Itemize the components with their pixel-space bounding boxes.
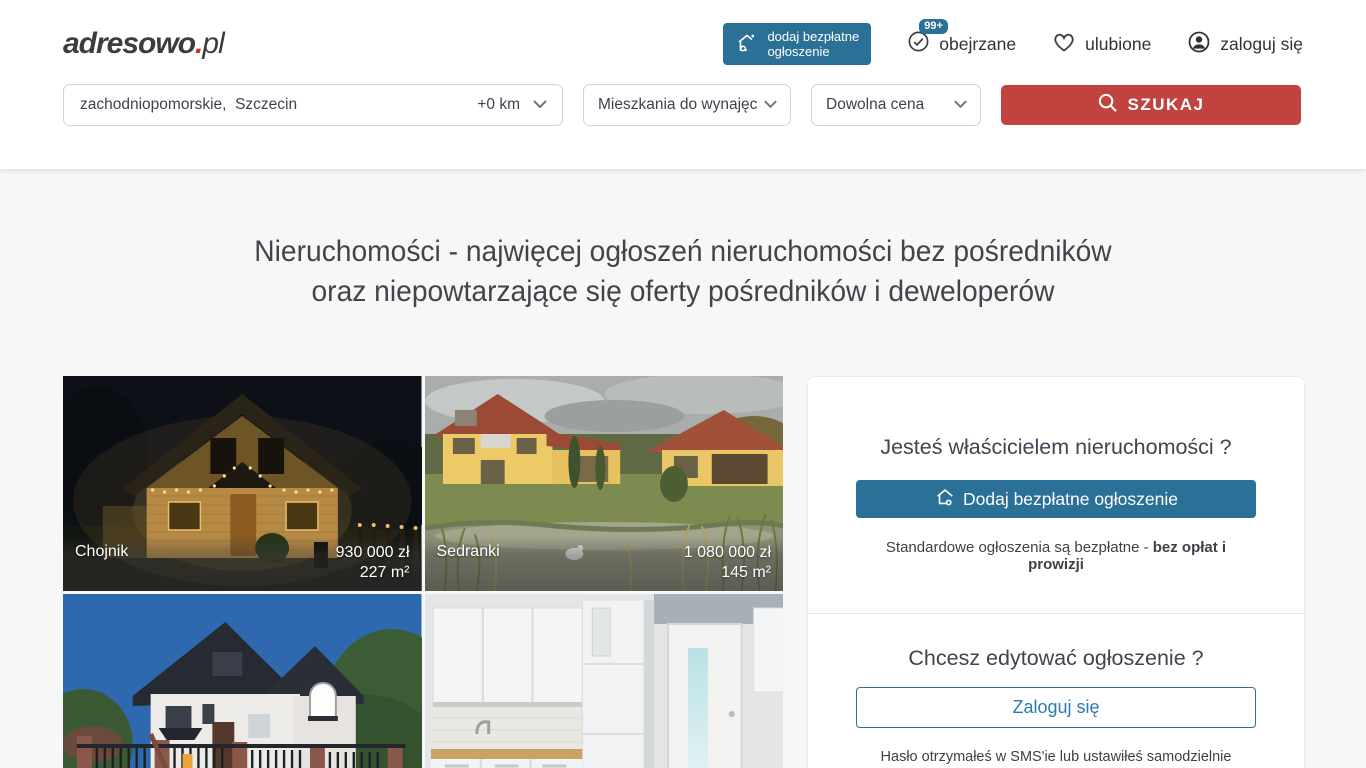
add-free-listing-label: Dodaj bezpłatne ogłoszenie [963, 489, 1178, 510]
site-header: adresowo.pl dodaj bezpłatne ogłoszenie [0, 0, 1366, 170]
chevron-down-icon [532, 96, 548, 114]
add-listing-button[interactable]: dodaj bezpłatne ogłoszenie [723, 23, 871, 65]
heart-icon [1052, 31, 1076, 58]
property-type-select[interactable]: Mieszkania do wynajęc [583, 84, 791, 126]
login-label: zaloguj się [1220, 34, 1303, 55]
listing-overlay: Sedranki 1 080 000 zł 145 m² [425, 536, 784, 591]
search-button-label: SZUKAJ [1127, 95, 1204, 115]
main-content: Nieruchomości - najwięcej ogłoszeń nieru… [0, 232, 1366, 768]
favorites-label: ulubione [1085, 34, 1151, 55]
add-listing-label: dodaj bezpłatne ogłoszenie [767, 29, 859, 59]
house-plus-icon [735, 31, 759, 58]
owner-section: Jesteś właścicielem nieruchomości ? Doda… [808, 377, 1304, 614]
price-select[interactable]: Dowolna cena [811, 84, 981, 126]
listing-photo-kitchen [425, 594, 784, 768]
location-input[interactable]: zachodniopomorskie, Szczecin +0 km [63, 84, 563, 126]
listing-price: 1 080 000 zł [684, 543, 771, 563]
chevron-down-icon [953, 96, 968, 114]
owner-promo-card: Jesteś właścicielem nieruchomości ? Doda… [807, 376, 1305, 768]
listing-card-chojnik[interactable]: Chojnik 930 000 zł 227 m² [63, 376, 422, 591]
listing-location: Sedranki [437, 543, 500, 561]
logo-tld: pl [202, 27, 223, 60]
viewed-link[interactable]: 99+ obejrzane [907, 30, 1016, 58]
listing-card-zagacie[interactable]: Zagacie Podskale, ul. 1 055 000 zł [63, 594, 422, 768]
login-link[interactable]: zaloguj się [1187, 30, 1303, 59]
listing-area: 145 m² [684, 563, 771, 583]
owner-heading: Jesteś właścicielem nieruchomości ? [856, 435, 1256, 460]
person-circle-icon [1187, 30, 1211, 59]
listing-price: 930 000 zł [336, 543, 410, 563]
listing-card-warszawa[interactable]: Warszawa Wola, ul. 950 000 zł [425, 594, 784, 768]
property-type-value: Mieszkania do wynajęc [598, 96, 757, 114]
listing-photo-white-house [63, 594, 422, 768]
price-value: Dowolna cena [826, 96, 924, 114]
search-button[interactable]: SZUKAJ [1001, 85, 1301, 125]
listing-overlay: Chojnik 930 000 zł 227 m² [63, 536, 422, 591]
logo[interactable]: adresowo.pl [63, 27, 224, 61]
listing-location: Chojnik [75, 543, 128, 561]
listing-card-sedranki[interactable]: Sedranki 1 080 000 zł 145 m² [425, 376, 784, 591]
house-plus-icon [934, 486, 956, 513]
login-button[interactable]: Zaloguj się [856, 687, 1256, 728]
listing-area: 227 m² [336, 563, 410, 583]
viewed-label: obejrzane [939, 34, 1016, 55]
owner-note: Standardowe ogłoszenia są bezpłatne - be… [856, 539, 1256, 573]
favorites-link[interactable]: ulubione [1052, 31, 1151, 58]
add-free-listing-button[interactable]: Dodaj bezpłatne ogłoszenie [856, 480, 1256, 518]
magnifier-icon [1097, 92, 1118, 118]
header-actions: dodaj bezpłatne ogłoszenie 99+ obejrzane [723, 23, 1303, 65]
location-value: zachodniopomorskie, Szczecin [80, 96, 477, 114]
edit-section: Chcesz edytować ogłoszenie ? Zaloguj się… [808, 614, 1304, 768]
login-button-label: Zaloguj się [1012, 697, 1099, 718]
chevron-down-icon [763, 96, 778, 114]
check-circle-icon [907, 30, 930, 58]
edit-heading: Chcesz edytować ogłoszenie ? [856, 646, 1256, 671]
page-title: Nieruchomości - najwięcej ogłoszeń nieru… [0, 232, 1366, 312]
search-bar: zachodniopomorskie, Szczecin +0 km Miesz… [63, 84, 1303, 126]
logo-name: adresowo [63, 27, 195, 60]
listings-grid: Chojnik 930 000 zł 227 m² [63, 376, 783, 768]
viewed-badge: 99+ [919, 19, 948, 34]
edit-note: Hasło otrzymałeś w SMS'ie lub ustawiłeś … [856, 749, 1256, 765]
radius-value[interactable]: +0 km [477, 96, 520, 114]
header-top: adresowo.pl dodaj bezpłatne ogłoszenie [63, 0, 1303, 64]
